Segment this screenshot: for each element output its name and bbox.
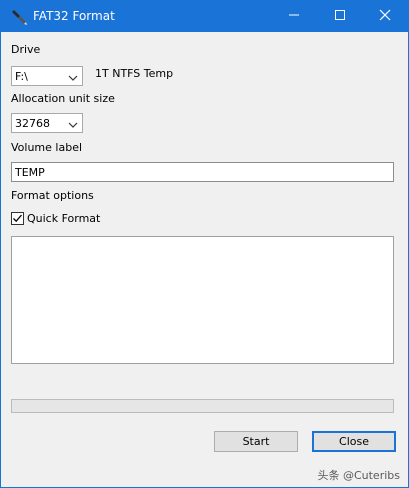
maximize-icon <box>334 9 346 24</box>
maximize-button[interactable] <box>317 1 363 32</box>
quick-format-option[interactable]: Quick Format <box>11 211 100 226</box>
allocation-select-value: 32768 <box>15 117 50 130</box>
minimize-icon <box>288 9 300 24</box>
progress-bar <box>11 399 394 413</box>
format-options-label: Format options <box>11 189 94 202</box>
drive-select-value: F:\ <box>15 70 28 83</box>
start-button[interactable]: Start <box>214 431 298 452</box>
quick-format-checkbox[interactable] <box>11 212 24 225</box>
close-button[interactable]: Close <box>312 431 396 452</box>
volume-label-field[interactable] <box>11 162 394 182</box>
format-dialog: FAT32 Format Drive F:\ 1T NTFS Temp Allo… <box>0 0 409 488</box>
volume-label-input[interactable] <box>12 163 393 181</box>
minimize-button[interactable] <box>271 1 317 32</box>
drive-select[interactable]: F:\ <box>11 66 83 86</box>
quick-format-label: Quick Format <box>27 212 101 225</box>
window-title: FAT32 Format <box>33 9 115 23</box>
chevron-down-icon <box>68 119 78 128</box>
pen-icon <box>11 8 29 26</box>
chevron-down-icon <box>68 72 78 81</box>
watermark-text: 头条 @Cuteribs <box>317 469 400 482</box>
drive-info: 1T NTFS Temp <box>95 67 174 80</box>
allocation-label: Allocation unit size <box>11 92 115 105</box>
log-output[interactable] <box>11 236 394 364</box>
close-window-button[interactable] <box>362 1 408 32</box>
allocation-select[interactable]: 32768 <box>11 113 83 133</box>
drive-label: Drive <box>11 43 41 56</box>
volume-label-caption: Volume label <box>11 141 83 154</box>
close-icon <box>379 9 391 24</box>
title-bar[interactable]: FAT32 Format <box>1 1 408 32</box>
